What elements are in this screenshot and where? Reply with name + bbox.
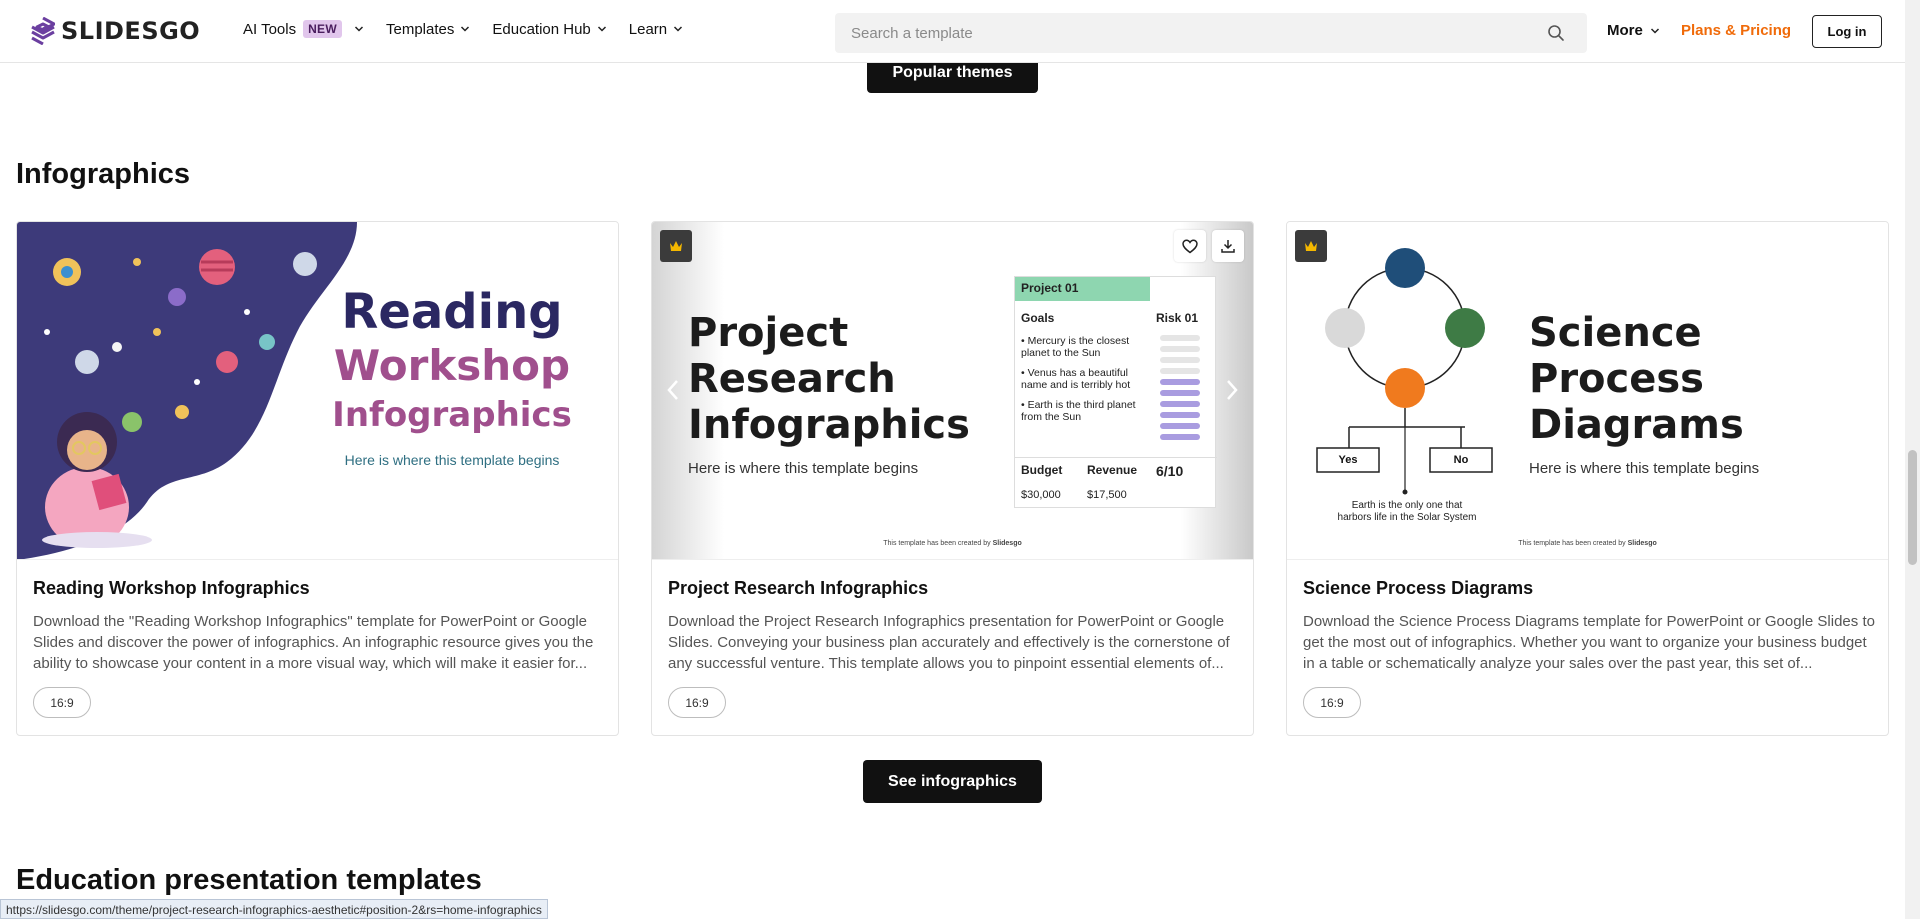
thumb-goal-2: Venus has a beautiful name and is terrib… <box>1021 367 1131 391</box>
thumb-credit-brand: Slidesgo <box>992 540 1022 547</box>
thumb-line3: Infographics <box>332 395 572 435</box>
thumb-line2: Process <box>1529 356 1704 402</box>
nav-learn-label: Learn <box>628 20 668 38</box>
thumb-yes: Yes <box>1338 454 1358 466</box>
nav-templates[interactable]: Templates <box>386 21 470 38</box>
aspect-ratio-badge: 16:9 <box>33 687 91 718</box>
thumb-table-header: Project 01 <box>1015 277 1150 301</box>
nav-learn[interactable]: Learn <box>629 21 683 38</box>
crown-icon <box>670 241 682 251</box>
carousel-prev-button[interactable] <box>658 372 688 408</box>
nav-ai-tools-label: AI Tools <box>243 20 297 38</box>
template-card-reading-workshop[interactable]: Reading Workshop Infographics Here is wh… <box>16 221 619 736</box>
thumbnail-text: Reading Workshop Infographics Here is wh… <box>307 284 597 468</box>
thumb-goals-list: • Mercury is the closest planet to the S… <box>1021 335 1136 423</box>
scrollbar-thumb[interactable] <box>1908 450 1917 565</box>
thumb-budget-label: Budget <box>1021 463 1063 477</box>
infographics-section-title: Infographics <box>16 158 191 190</box>
thumb-subtitle: Here is where this template begins <box>1529 460 1760 477</box>
thumb-table: Project 01 Goals Risk 01 • Mercury is th… <box>1014 276 1217 508</box>
thumb-credit-text: This template has been created by <box>1518 540 1626 547</box>
chevron-down-icon <box>354 26 364 32</box>
thumb-subtitle: Here is where this template begins <box>344 452 560 468</box>
heart-icon <box>1182 239 1198 253</box>
thumb-credit: This template has been created by Slides… <box>652 540 1253 547</box>
slidesgo-logo-icon <box>31 17 55 45</box>
card-title[interactable]: Science Process Diagrams <box>1303 578 1533 599</box>
chevron-down-icon <box>461 26 470 32</box>
chevron-down-icon <box>1650 27 1659 34</box>
card-description: Download the Project Research Infographi… <box>668 613 1230 672</box>
chevron-left-icon <box>667 380 678 400</box>
card-description: Download the Science Process Diagrams te… <box>1303 613 1875 672</box>
see-infographics-button[interactable]: See infographics <box>863 760 1042 803</box>
thumb-revenue-label: Revenue <box>1087 463 1138 477</box>
download-icon <box>1221 240 1235 253</box>
nav-education-hub[interactable]: Education Hub <box>492 21 606 38</box>
carousel-next-button[interactable] <box>1217 372 1247 408</box>
nav-education-hub-label: Education Hub <box>492 20 591 38</box>
thumb-credit-text: This template has been created by <box>883 540 991 547</box>
thumb-budget-value: $30,000 <box>1021 489 1061 501</box>
template-card-science-process[interactable]: Yes No Earth is the only one that harbor… <box>1286 221 1889 736</box>
premium-badge <box>660 230 692 262</box>
premium-badge <box>1295 230 1327 262</box>
thumbnail-text: Science Process Diagrams Here is where t… <box>1529 310 1759 477</box>
chevron-down-icon <box>597 26 606 32</box>
new-badge: NEW <box>303 20 342 38</box>
thumb-line2: Workshop <box>333 341 571 390</box>
template-card-project-research[interactable]: Project Research Infographics Here is wh… <box>651 221 1254 736</box>
thumb-line3: Diagrams <box>1529 402 1744 448</box>
favorite-button[interactable] <box>1174 230 1206 262</box>
thumb-caption: Earth is the only one that harbors life … <box>1307 500 1507 524</box>
nav-templates-label: Templates <box>386 20 455 38</box>
thumb-caption-line1: Earth is the only one that <box>1351 500 1463 511</box>
thumb-goals-label: Goals <box>1021 311 1055 325</box>
plans-pricing-link[interactable]: Plans & Pricing <box>1681 22 1791 39</box>
thumb-line2: Research <box>688 356 896 402</box>
more-menu[interactable]: More <box>1607 22 1660 39</box>
page-scrollbar[interactable] <box>1905 0 1920 919</box>
search-icon[interactable] <box>1547 24 1565 42</box>
main-nav: AI Tools NEW Templates Education Hub Lea… <box>243 20 705 38</box>
download-button[interactable] <box>1212 230 1244 262</box>
top-navbar: SLIDESGO AI Tools NEW Templates Educatio… <box>0 0 1905 63</box>
thumb-no: No <box>1453 454 1469 466</box>
crown-icon <box>1305 241 1317 251</box>
template-thumbnail[interactable]: Yes No Earth is the only one that harbor… <box>1287 222 1888 560</box>
thumb-goal-1: Mercury is the closest planet to the Sun <box>1021 335 1130 359</box>
thumb-line1: Science <box>1529 310 1702 356</box>
card-title[interactable]: Reading Workshop Infographics <box>33 578 310 599</box>
thumb-credit: This template has been created by Slides… <box>1287 540 1888 547</box>
search-input[interactable] <box>835 24 1525 42</box>
thumb-line1: Reading <box>341 284 563 340</box>
login-button[interactable]: Log in <box>1812 15 1882 48</box>
slidesgo-logo[interactable]: SLIDESGO <box>31 17 200 45</box>
search-bar <box>835 13 1587 53</box>
thumb-score: 6/10 <box>1156 463 1184 479</box>
thumbnail-text: Project Research Infographics Here is wh… <box>688 310 970 477</box>
thumb-risk-bars <box>1160 335 1200 440</box>
thumb-revenue-value: $17,500 <box>1087 489 1127 501</box>
template-thumbnail[interactable]: Reading Workshop Infographics Here is wh… <box>17 222 618 560</box>
thumb-line3: Infographics <box>688 402 970 448</box>
education-section-title: Education presentation templates <box>16 864 482 896</box>
thumb-risk-label: Risk 01 <box>1156 311 1199 325</box>
template-thumbnail[interactable]: Project Research Infographics Here is wh… <box>652 222 1253 560</box>
link-status-bar: https://slidesgo.com/theme/project-resea… <box>0 899 548 919</box>
aspect-ratio-badge: 16:9 <box>668 687 726 718</box>
thumb-goal-3: Earth is the third planet from the Sun <box>1021 399 1136 423</box>
logo-text: SLIDESGO <box>61 17 201 45</box>
thumb-credit-brand: Slidesgo <box>1627 540 1657 547</box>
thumb-line1: Project <box>688 310 849 356</box>
card-title[interactable]: Project Research Infographics <box>668 578 928 599</box>
thumb-caption-line2: harbors life in the Solar System <box>1337 512 1477 523</box>
aspect-ratio-badge: 16:9 <box>1303 687 1361 718</box>
card-description: Download the "Reading Workshop Infograph… <box>33 613 594 672</box>
nav-ai-tools[interactable]: AI Tools NEW <box>243 20 364 38</box>
more-label: More <box>1607 22 1643 39</box>
chevron-down-icon <box>674 26 683 32</box>
thumb-subtitle: Here is where this template begins <box>688 460 919 477</box>
chevron-right-icon <box>1227 380 1238 400</box>
